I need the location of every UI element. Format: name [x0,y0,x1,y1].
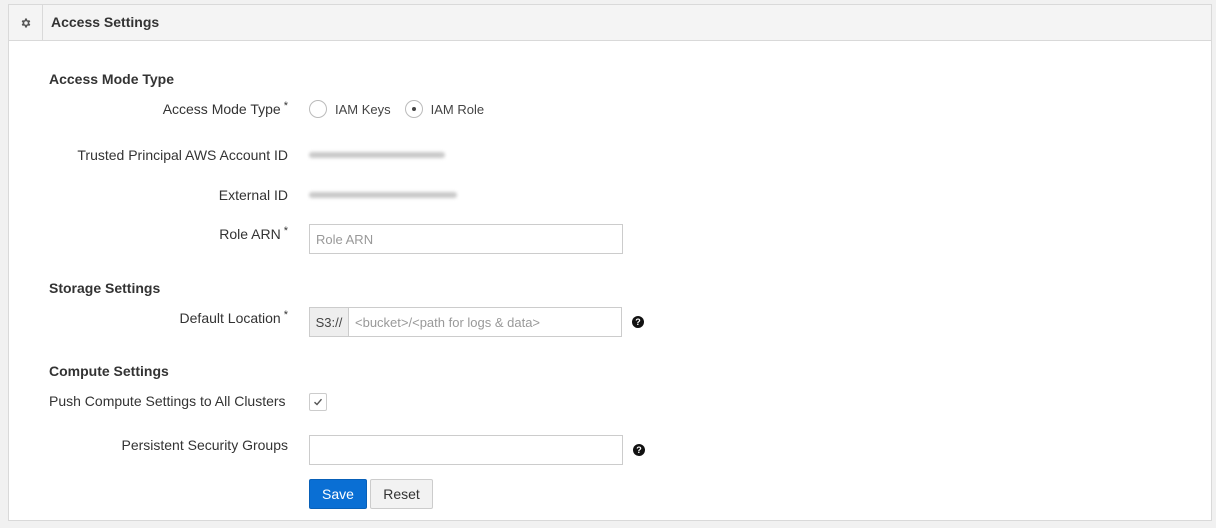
default-location-label-text: Default Location [179,310,281,326]
question-circle-icon[interactable]: ? [633,444,645,456]
iam-keys-label[interactable]: IAM Keys [335,102,391,117]
required-mark: * [283,100,288,112]
persistent-security-groups-label: Persistent Security Groups [121,437,288,453]
section-title-access-mode: Access Mode Type [49,71,175,87]
access-mode-label: Access Mode Type * [162,100,288,117]
section-title-compute: Compute Settings [49,363,169,379]
external-id-value-redacted [309,192,457,198]
trusted-principal-value-redacted [309,152,445,158]
required-mark: * [283,225,288,237]
reset-button[interactable]: Reset [370,479,433,509]
s3-prefix-addon: S3:// [310,308,349,336]
iam-keys-radio[interactable] [309,100,327,118]
role-arn-label-text: Role ARN [219,226,281,242]
trusted-principal-label: Trusted Principal AWS Account ID [77,147,288,163]
gear-icon[interactable] [9,5,43,40]
push-compute-settings-label: Push Compute Settings to All Clusters [49,393,286,409]
section-title-storage: Storage Settings [49,280,161,296]
role-arn-label: Role ARN * [219,225,288,242]
panel-title: Access Settings [51,14,160,30]
default-location-input-group: S3:// [309,307,622,337]
save-button[interactable]: Save [309,479,367,509]
default-location-label: Default Location * [179,309,288,326]
access-mode-radio-group: IAM Keys IAM Role [309,100,498,118]
access-mode-label-text: Access Mode Type [162,101,281,117]
access-settings-panel: Access Settings Access Mode Type Access … [8,4,1212,521]
checkmark-icon [314,398,323,406]
external-id-label: External ID [218,187,288,203]
default-location-input[interactable] [349,308,621,336]
push-compute-settings-checkbox[interactable] [309,393,327,411]
iam-role-label[interactable]: IAM Role [431,102,484,117]
panel-header: Access Settings [9,5,1211,41]
iam-role-radio[interactable] [404,100,423,118]
question-circle-icon[interactable]: ? [632,316,644,328]
role-arn-input[interactable] [309,224,623,254]
persistent-security-groups-input[interactable] [309,435,623,465]
required-mark: * [283,309,288,321]
